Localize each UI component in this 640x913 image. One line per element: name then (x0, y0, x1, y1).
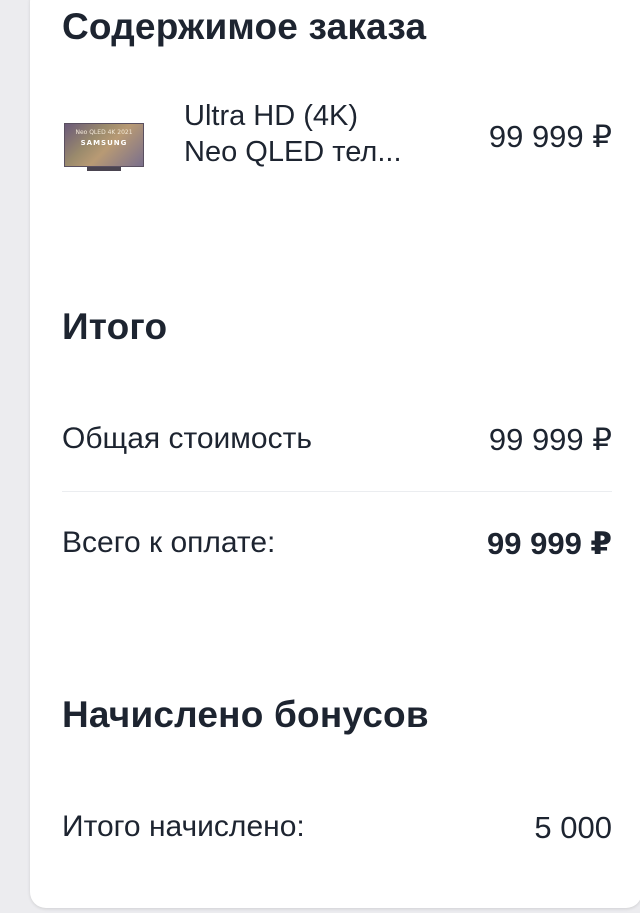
to-pay-label: Всего к оплате: (62, 526, 276, 559)
thumbnail-caption: Neo QLED 4K 2021 (75, 129, 133, 136)
tv-stand-shape (87, 167, 121, 171)
product-thumbnail[interactable]: Neo QLED 4K 2021 SAMSUNG (64, 123, 144, 171)
bonus-accrued-label: Итого начислено: (62, 810, 305, 843)
divider (62, 491, 612, 492)
order-contents-title: Содержимое заказа (62, 6, 427, 47)
total-cost-value: 99 999 ₽ (488, 422, 612, 457)
product-name[interactable]: Ultra HD (4K) Neo QLED тел... (184, 98, 454, 170)
order-summary-card: Содержимое заказа Neo QLED 4K 2021 SAMSU… (30, 0, 640, 908)
thumbnail-brand-logo: SAMSUNG (80, 139, 128, 147)
total-cost-label: Общая стоимость (62, 422, 312, 455)
product-name-line1: Ultra HD (4K) (184, 100, 359, 132)
total-title: Итого (62, 306, 168, 347)
bonus-title: Начислено бонусов (62, 694, 429, 735)
product-price: 99 999 ₽ (488, 119, 612, 154)
bonus-accrued-value: 5 000 (534, 810, 612, 845)
product-name-line2: Neo QLED тел... (184, 136, 402, 168)
to-pay-value: 99 999 ₽ (487, 526, 612, 561)
